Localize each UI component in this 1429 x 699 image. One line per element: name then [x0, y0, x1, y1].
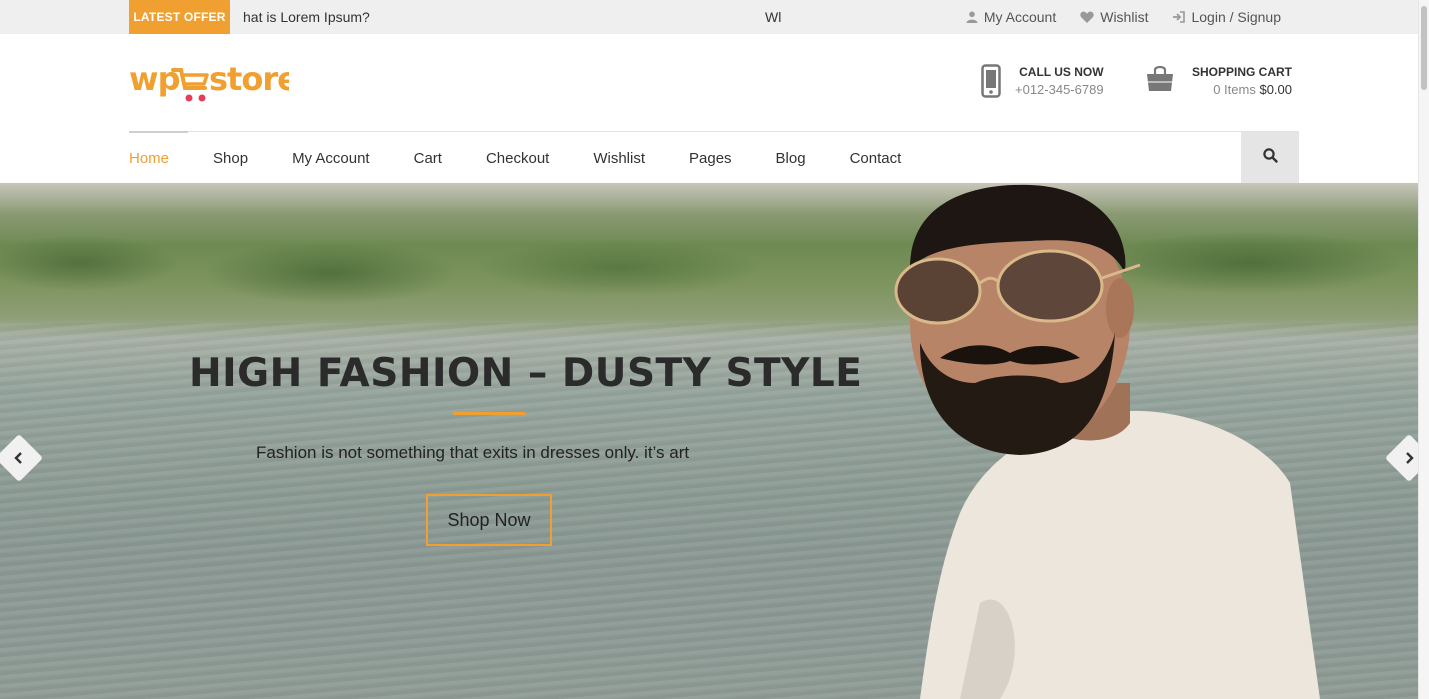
offer-ticker-text[interactable]: hat is Lorem Ipsum?	[243, 0, 370, 34]
nav-item-home[interactable]: Home	[129, 150, 169, 167]
top-bar: LATEST OFFER hat is Lorem Ipsum? Wl My A…	[0, 0, 1418, 34]
nav-item-contact[interactable]: Contact	[850, 150, 902, 167]
shopping-cart-block[interactable]: SHOPPING CART 0 Items $0.00	[1146, 64, 1292, 100]
nav-item-wishlist[interactable]: Wishlist	[593, 150, 645, 167]
offer-ticker-text-next[interactable]: Wl	[765, 0, 781, 34]
top-link-login[interactable]: Login / Signup	[1172, 9, 1281, 25]
search-button[interactable]	[1241, 132, 1299, 184]
scrollbar-thumb[interactable]	[1421, 6, 1427, 90]
call-us-phone[interactable]: +012-345-6789	[1015, 80, 1104, 100]
cart-item-count: 0 Items	[1213, 82, 1256, 97]
main-nav: Home Shop My Account Cart Checkout Wishl…	[129, 131, 1299, 184]
top-links: My Account Wishlist Login / Signup	[966, 0, 1281, 34]
hero-subtitle: Fashion is not something that exits in d…	[256, 443, 690, 462]
call-us-title: CALL US NOW	[1019, 65, 1104, 79]
hero-model-image	[894, 184, 1320, 699]
cart-total: $0.00	[1259, 82, 1293, 97]
nav-item-my-account[interactable]: My Account	[292, 150, 370, 167]
logo-store: store	[209, 60, 289, 98]
top-link-label: Wishlist	[1100, 9, 1149, 25]
latest-offer-badge: LATEST OFFER	[129, 0, 230, 34]
nav-item-blog[interactable]: Blog	[776, 150, 806, 167]
shop-now-button[interactable]: Shop Now	[426, 494, 552, 546]
top-link-label: Login / Signup	[1191, 9, 1281, 25]
login-icon	[1172, 11, 1186, 23]
site-logo[interactable]: wp store	[129, 56, 299, 106]
search-icon	[1262, 148, 1278, 168]
logo-wp: wp	[129, 60, 180, 98]
nav-item-checkout[interactable]: Checkout	[486, 150, 549, 167]
top-link-my-account[interactable]: My Account	[966, 9, 1056, 25]
nav-item-shop[interactable]: Shop	[213, 150, 248, 167]
call-us-block: CALL US NOW +012-345-6789	[981, 64, 1104, 103]
nav-item-cart[interactable]: Cart	[414, 150, 442, 167]
hero-title: HIGH FASHION – DUSTY STYLE	[189, 351, 863, 396]
user-icon	[966, 11, 978, 23]
heart-icon	[1080, 11, 1094, 23]
nav-item-pages[interactable]: Pages	[689, 150, 732, 167]
top-link-wishlist[interactable]: Wishlist	[1080, 9, 1148, 25]
shopping-bag-icon	[1146, 64, 1174, 97]
hero-title-divider	[453, 412, 525, 415]
top-link-label: My Account	[983, 9, 1057, 25]
page-scrollbar[interactable]	[1418, 0, 1429, 699]
shopping-cart-title: SHOPPING CART	[1192, 65, 1293, 79]
hero-slider: HIGH FASHION – DUSTY STYLE Fashion is no…	[0, 183, 1418, 699]
